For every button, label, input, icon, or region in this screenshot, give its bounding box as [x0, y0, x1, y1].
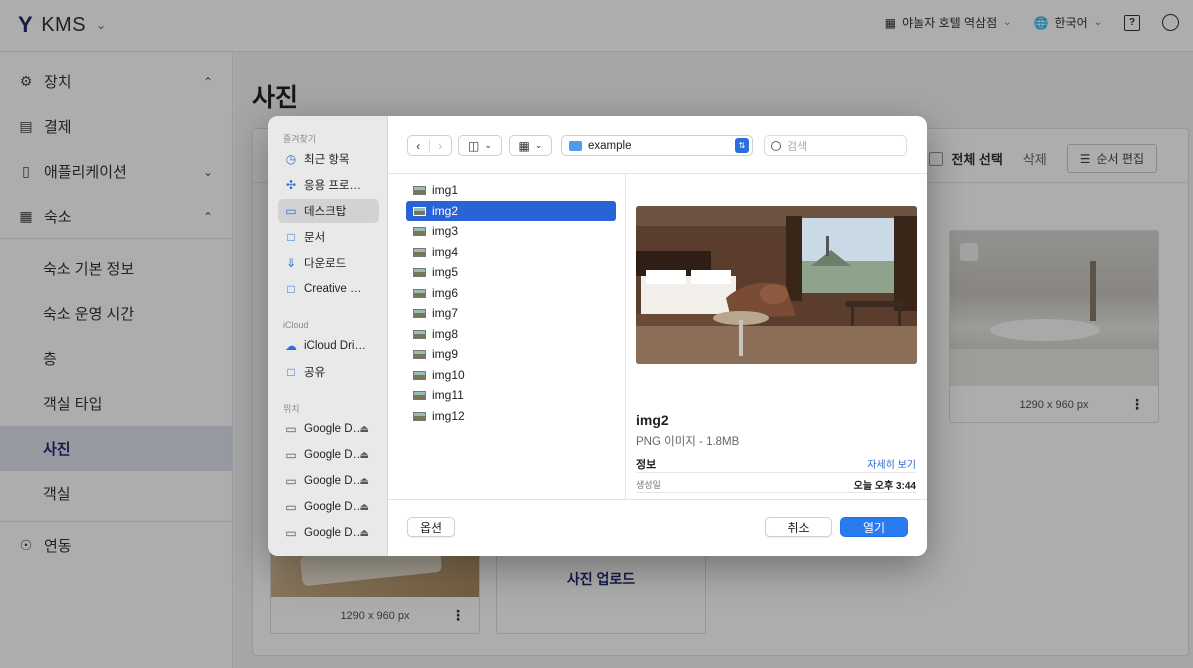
image-file-icon — [413, 349, 426, 359]
drive-icon: ▭ — [285, 526, 297, 540]
search-placeholder: 검색 — [787, 140, 808, 153]
fav-documents[interactable]: □ 문서 — [278, 225, 379, 249]
image-file-icon — [413, 390, 426, 400]
drive-icon: ▭ — [285, 500, 297, 514]
apps-icon: ✣ — [285, 178, 297, 192]
dialog-sidebar: 즐겨찾기 ◷ 최근 항목 ✣ 응용 프로그램 ▭ 데스크탑 □ 문서 ⇓ 다운로… — [268, 116, 388, 556]
forward-icon[interactable]: › — [430, 139, 451, 153]
drive-icon: ▭ — [285, 474, 297, 488]
open-button[interactable]: 열기 — [840, 517, 908, 537]
preview-info-heading: 정보 — [636, 459, 657, 471]
group-button[interactable]: ▦ ⌄ — [509, 135, 552, 156]
columns-view-icon: ◫ — [468, 138, 480, 153]
preview-image — [636, 206, 917, 364]
file-item-selected[interactable]: img2 — [406, 201, 616, 221]
fav-downloads[interactable]: ⇓ 다운로드 — [278, 251, 379, 275]
show-more-link[interactable]: 자세히 보기 — [867, 456, 916, 471]
fav-desktop[interactable]: ▭ 데스크탑 — [278, 199, 379, 223]
image-file-icon — [413, 411, 426, 421]
section-locations: 위치 — [283, 404, 300, 414]
file-item[interactable]: img9 — [406, 344, 616, 364]
file-open-dialog: 즐겨찾기 ◷ 최근 항목 ✣ 응용 프로그램 ▭ 데스크탑 □ 문서 ⇓ 다운로… — [268, 116, 927, 556]
info-divider — [636, 472, 916, 473]
cloud-icon: ☁ — [285, 339, 297, 353]
file-icon: □ — [287, 282, 295, 296]
image-file-icon — [413, 288, 426, 298]
image-file-icon — [413, 247, 426, 257]
file-item[interactable]: img10 — [406, 365, 616, 385]
eject-icon[interactable]: ⏏ — [360, 450, 369, 461]
section-icloud: iCloud — [283, 320, 309, 330]
chevron-down-icon: ⌄ — [484, 140, 492, 150]
clock-icon: ◷ — [285, 152, 297, 166]
fav-applications[interactable]: ✣ 응용 프로그램 — [278, 173, 379, 197]
file-item[interactable]: img1 — [406, 180, 616, 200]
file-item[interactable]: img11 — [406, 385, 616, 405]
image-file-icon — [413, 206, 426, 216]
file-item[interactable]: img3 — [406, 221, 616, 241]
dialog-bottom-bar: 옵션 취소 열기 — [388, 499, 927, 556]
column-divider — [625, 174, 626, 499]
search-field[interactable]: 검색 — [764, 135, 907, 156]
location-google-drive[interactable]: ▭ Google Drive ⏏ — [278, 521, 379, 545]
eject-icon[interactable]: ⏏ — [360, 528, 369, 539]
fav-recents[interactable]: ◷ 최근 항목 — [278, 147, 379, 171]
folder-path-select[interactable]: example ⇅ — [561, 135, 753, 156]
section-favorites: 즐겨찾기 — [283, 134, 317, 144]
location-google-drive[interactable]: ▭ Google Drive ⏏ — [278, 417, 379, 441]
view-mode-button[interactable]: ◫ ⌄ — [458, 135, 502, 156]
desktop-icon: ▭ — [285, 204, 297, 218]
image-file-icon — [413, 329, 426, 339]
eject-icon[interactable]: ⏏ — [360, 502, 369, 513]
file-item[interactable]: img4 — [406, 242, 616, 262]
fav-creative-cloud[interactable]: □ Creative Cloud Files — [278, 277, 379, 301]
file-item[interactable]: img5 — [406, 262, 616, 282]
updown-chevron-icon: ⇅ — [735, 138, 749, 153]
document-icon: □ — [287, 230, 295, 244]
back-icon[interactable]: ‹ — [408, 138, 430, 153]
download-icon: ⇓ — [285, 256, 297, 270]
nav-buttons: ‹ › — [407, 135, 452, 156]
cancel-button[interactable]: 취소 — [765, 517, 832, 537]
preview-file-type: PNG 이미지 - 1.8MB — [636, 436, 740, 448]
file-item[interactable]: img6 — [406, 283, 616, 303]
icloud-shared[interactable]: □ 공유 — [278, 360, 379, 384]
created-value: 오늘 오후 3:44 — [853, 481, 916, 492]
chevron-down-icon: ⌄ — [534, 140, 543, 150]
file-item[interactable]: img12 — [406, 406, 616, 426]
drive-icon: ▭ — [285, 422, 297, 436]
image-file-icon — [413, 185, 426, 195]
drive-icon: ▭ — [285, 448, 297, 462]
location-google-drive[interactable]: ▭ Google Drive ⏏ — [278, 443, 379, 467]
preview-file-name: img2 — [636, 412, 669, 428]
location-google-drive[interactable]: ▭ Google Drive ⏏ — [278, 469, 379, 493]
file-item[interactable]: img8 — [406, 324, 616, 344]
search-icon — [771, 140, 781, 151]
image-file-icon — [413, 370, 426, 380]
eject-icon[interactable]: ⏏ — [360, 476, 369, 487]
location-google-drive[interactable]: ▭ Google Drive ⏏ — [278, 495, 379, 519]
eject-icon[interactable]: ⏏ — [360, 424, 369, 435]
hotel-room-photo — [636, 206, 917, 364]
options-button[interactable]: 옵션 — [407, 517, 455, 537]
image-file-icon — [413, 226, 426, 236]
shared-folder-icon: □ — [287, 365, 295, 379]
file-list: img1 img2 img3 img4 img5 img6 img7 img8 … — [396, 176, 625, 498]
icloud-drive[interactable]: ☁ iCloud Drive — [278, 334, 379, 358]
folder-icon — [569, 140, 582, 151]
created-label: 생성일 — [636, 480, 661, 490]
folder-name: example — [588, 139, 632, 152]
info-divider — [636, 492, 916, 493]
image-file-icon — [413, 308, 426, 318]
grid-icon: ▦ — [518, 138, 530, 153]
file-item[interactable]: img7 — [406, 303, 616, 323]
dialog-toolbar: ‹ › ◫ ⌄ ▦ ⌄ example ⇅ 검색 — [388, 116, 927, 174]
image-file-icon — [413, 267, 426, 277]
